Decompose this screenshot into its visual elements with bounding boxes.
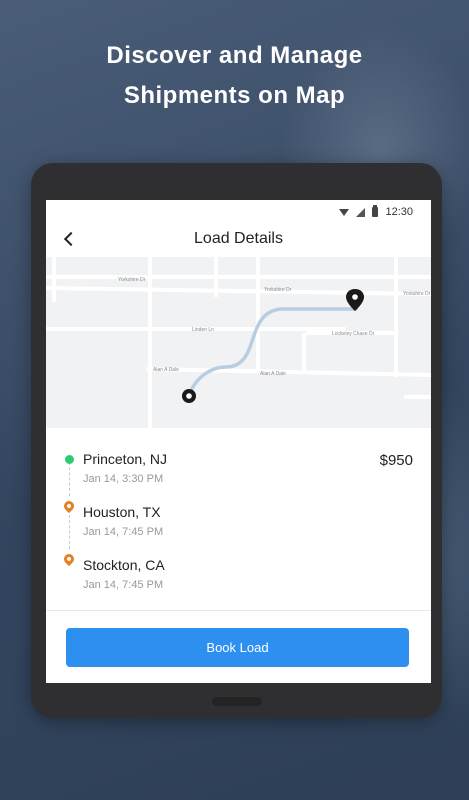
origin-dot-icon bbox=[65, 455, 74, 464]
street-label: Yorkshire Dr bbox=[403, 291, 431, 297]
stop-time: Jan 14, 7:45 PM bbox=[83, 579, 164, 591]
street-label: Alan A Dale bbox=[260, 371, 286, 377]
tablet-home-button bbox=[212, 697, 262, 706]
load-price: $950 bbox=[379, 452, 413, 469]
route-map[interactable]: Yorkshire Dr Yorkshire Dr Yorkshire Dr L… bbox=[46, 257, 431, 428]
page-title: Load Details bbox=[194, 230, 283, 247]
map-streets bbox=[46, 257, 431, 428]
headline-line-1: Discover and Manage bbox=[106, 42, 363, 69]
wifi-icon bbox=[339, 208, 350, 216]
list-item[interactable]: Princeton, NJ Jan 14, 3:30 PM $950 bbox=[46, 440, 431, 493]
stop-time: Jan 14, 7:45 PM bbox=[83, 526, 164, 538]
app-bar: Load Details bbox=[46, 224, 431, 256]
signal-icon bbox=[356, 207, 366, 217]
stops-list: Princeton, NJ Jan 14, 3:30 PM $950 Houst… bbox=[46, 440, 431, 599]
status-time: 12:30 bbox=[385, 206, 413, 218]
origin-pin-icon[interactable] bbox=[182, 389, 196, 403]
status-bar: 12:30 bbox=[46, 200, 431, 224]
street-label: Lockeley Chase Dr bbox=[332, 331, 375, 337]
route-line bbox=[187, 307, 358, 397]
street-label: Yorkshire Dr bbox=[118, 277, 146, 283]
stop-time: Jan 14, 3:30 PM bbox=[83, 473, 164, 485]
app-screen: 12:30 Load Details Yorkshire Dr Yorkshir… bbox=[46, 200, 431, 683]
book-load-button[interactable]: Book Load bbox=[66, 628, 409, 667]
location-pin-icon bbox=[61, 498, 77, 514]
list-item[interactable]: Stockton, CA Jan 14, 7:45 PM bbox=[46, 546, 431, 599]
divider bbox=[46, 610, 431, 611]
street-label: Alan A Dale bbox=[153, 367, 179, 373]
list-item[interactable]: Houston, TX Jan 14, 7:45 PM bbox=[46, 493, 431, 546]
stop-city: Princeton, NJ bbox=[83, 451, 168, 467]
stop-city: Houston, TX bbox=[83, 504, 161, 520]
stop-city: Stockton, CA bbox=[83, 557, 165, 573]
headline: Discover and Manage Shipments on Map bbox=[0, 36, 469, 116]
street-label: Yorkshire Dr bbox=[264, 287, 292, 293]
headline-line-2: Shipments on Map bbox=[123, 82, 346, 109]
location-pin-icon bbox=[61, 551, 77, 567]
battery-icon bbox=[372, 205, 379, 217]
street-label: Linden Ln bbox=[192, 327, 214, 333]
